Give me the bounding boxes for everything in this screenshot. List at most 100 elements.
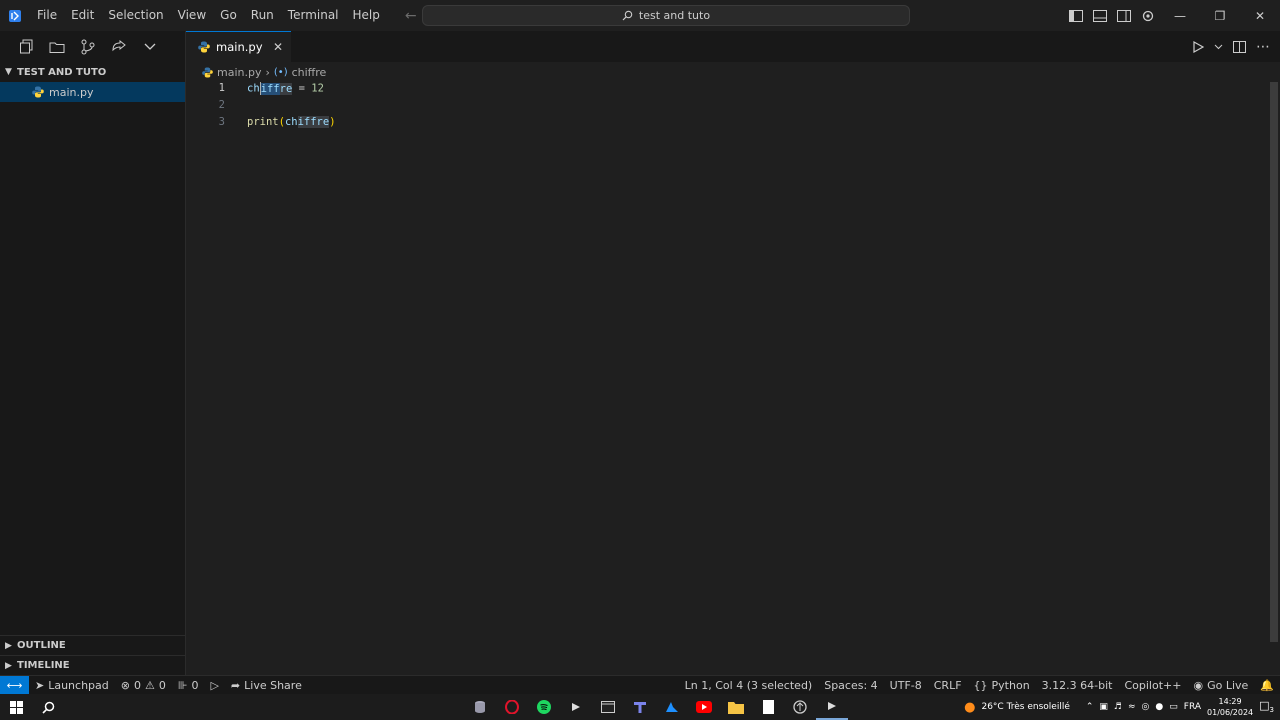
scrollbar-thumb[interactable] (1270, 82, 1278, 642)
maximize-icon[interactable]: ❐ (1200, 0, 1240, 31)
timeline-header[interactable]: ▶ TIMELINE (0, 655, 185, 675)
menu-help[interactable]: Help (346, 0, 387, 31)
cursor-position[interactable]: Ln 1, Col 4 (3 selected) (679, 679, 819, 692)
code-line-1[interactable]: chiffre = 12 (247, 82, 336, 99)
code-line-2[interactable] (247, 99, 336, 116)
timeline-label: TIMELINE (17, 660, 70, 671)
outline-header[interactable]: ▶ OUTLINE (0, 635, 185, 655)
chevron-right-icon: ▶ (5, 640, 12, 651)
clock[interactable]: 14:29 01/06/2024 (1207, 696, 1253, 718)
tab-main-py[interactable]: main.py ✕ (186, 31, 291, 62)
close-window-icon[interactable]: ✕ (1240, 0, 1280, 31)
github-desktop-icon[interactable] (784, 694, 816, 720)
weather-text[interactable]: 26°C Très ensoleillé (981, 702, 1069, 712)
tray-chevron-up-icon[interactable]: ⌃ (1086, 702, 1094, 712)
source-control-icon[interactable] (79, 38, 97, 56)
menu-go[interactable]: Go (213, 0, 244, 31)
editor-tab-bar: main.py ✕ ⋯ (186, 31, 1280, 62)
indentation[interactable]: Spaces: 4 (818, 679, 883, 692)
spotify-icon[interactable] (528, 694, 560, 720)
copilot-item[interactable]: Copilot++ (1118, 679, 1187, 692)
launchpad-item[interactable]: ➤ Launchpad (29, 679, 115, 692)
menu-terminal[interactable]: Terminal (281, 0, 346, 31)
menu-bar: File Edit Selection View Go Run Terminal… (30, 0, 387, 31)
azure-app-icon[interactable] (656, 694, 688, 720)
terminal-app-icon[interactable] (592, 694, 624, 720)
database-app-icon[interactable] (464, 694, 496, 720)
toggle-secondary-sidebar-icon[interactable] (1112, 0, 1136, 31)
menu-selection[interactable]: Selection (101, 0, 170, 31)
chevron-down-icon[interactable] (1214, 44, 1223, 50)
breadcrumb-file[interactable]: main.py (217, 66, 261, 79)
tray-mic-icon[interactable]: ◎ (1142, 702, 1150, 712)
menu-view[interactable]: View (171, 0, 213, 31)
menu-file[interactable]: File (30, 0, 64, 31)
tray-volume-icon[interactable]: ♬ (1114, 702, 1122, 712)
language-mode[interactable]: {} Python (968, 679, 1036, 692)
windows-start-icon[interactable] (0, 694, 32, 720)
file-item-main-py[interactable]: main.py (0, 82, 185, 102)
live-share-icon[interactable] (110, 38, 128, 56)
antenna-icon: ⊪ (177, 678, 188, 692)
teams-app-icon[interactable] (624, 694, 656, 720)
run-icon[interactable] (1192, 40, 1204, 53)
line-number-gutter: 1 2 3 (186, 82, 248, 675)
rocket-icon: ➤ (35, 678, 45, 692)
problems-item[interactable]: ⊗ 0 ⚠ 0 (115, 679, 172, 692)
code-content[interactable]: chiffre = 12 print(chiffre) (247, 82, 336, 133)
command-center-search[interactable]: test and tuto (422, 5, 910, 26)
system-tray: ● 26°C Très ensoleillé ⌃ ▣ ♬ ≈ ◎ ● ▭ FRA… (964, 694, 1280, 720)
tray-window-icon[interactable]: ▭ (1169, 702, 1178, 712)
toggle-panel-icon[interactable] (1088, 0, 1112, 31)
vscode-taskbar-icon[interactable] (816, 694, 848, 720)
explorer-sidebar: ▼ TEST AND TUTO main.py ▶ OUTLINE ▶ TIME… (0, 31, 186, 675)
notifications-bell-icon[interactable]: 🔔 (1254, 679, 1280, 692)
folder-header[interactable]: ▼ TEST AND TUTO (0, 62, 185, 82)
minimize-icon[interactable]: — (1160, 0, 1200, 31)
menu-run[interactable]: Run (244, 0, 281, 31)
notepad-app-icon[interactable] (752, 694, 784, 720)
remote-indicator-icon[interactable]: ⟷ (0, 675, 29, 695)
youtube-app-icon[interactable] (688, 694, 720, 720)
code-editor[interactable]: 1 2 3 chiffre = 12 print(chiffre) (186, 82, 1280, 675)
debug-icon[interactable]: ▷ (204, 679, 224, 692)
close-tab-icon[interactable]: ✕ (273, 40, 283, 54)
encoding[interactable]: UTF-8 (884, 679, 928, 692)
split-editor-icon[interactable] (1233, 40, 1246, 53)
language-label: Python (991, 678, 1030, 692)
more-actions-icon[interactable]: ⋯ (1256, 39, 1270, 55)
error-count: 0 (133, 678, 141, 692)
editor-scrollbar[interactable] (1268, 82, 1280, 675)
ports-item[interactable]: ⊪ 0 (172, 679, 205, 692)
taskbar-search-icon[interactable] (32, 694, 64, 720)
live-share-item[interactable]: ➦ Live Share (225, 679, 308, 692)
breadcrumb-symbol[interactable]: chiffre (292, 66, 327, 79)
tray-network-icon[interactable]: ≈ (1128, 702, 1136, 712)
back-arrow-icon[interactable]: ← (405, 8, 417, 24)
customize-layout-icon[interactable] (1136, 0, 1160, 31)
go-live-item[interactable]: ◉ Go Live (1187, 679, 1254, 692)
python-icon (198, 41, 210, 53)
python-interpreter[interactable]: 3.12.3 64-bit (1036, 679, 1119, 692)
cursor-app-icon[interactable] (560, 694, 592, 720)
file-explorer-icon[interactable] (720, 694, 752, 720)
toggle-primary-sidebar-icon[interactable] (1064, 0, 1088, 31)
weather-sun-icon: ● (964, 699, 976, 715)
notification-count: 3 (1269, 706, 1274, 715)
tray-display-icon[interactable]: ▣ (1099, 702, 1108, 712)
copy-files-icon[interactable] (17, 38, 35, 56)
variable-symbol-icon: (•) (273, 66, 288, 78)
line-number: 2 (218, 99, 225, 111)
end-of-line[interactable]: CRLF (928, 679, 968, 692)
file-name: main.py (49, 85, 94, 99)
chevron-down-icon[interactable] (141, 38, 159, 56)
braces-icon: {} (973, 678, 988, 692)
python-icon (202, 66, 213, 78)
menu-edit[interactable]: Edit (64, 0, 101, 31)
notification-center-icon[interactable]: □3 (1259, 699, 1274, 714)
tray-app-icon[interactable]: ● (1155, 702, 1163, 712)
code-line-3[interactable]: print(chiffre) (247, 116, 336, 133)
open-folder-icon[interactable] (48, 38, 66, 56)
opera-browser-icon[interactable] (496, 694, 528, 720)
language-indicator[interactable]: FRA (1184, 702, 1201, 712)
